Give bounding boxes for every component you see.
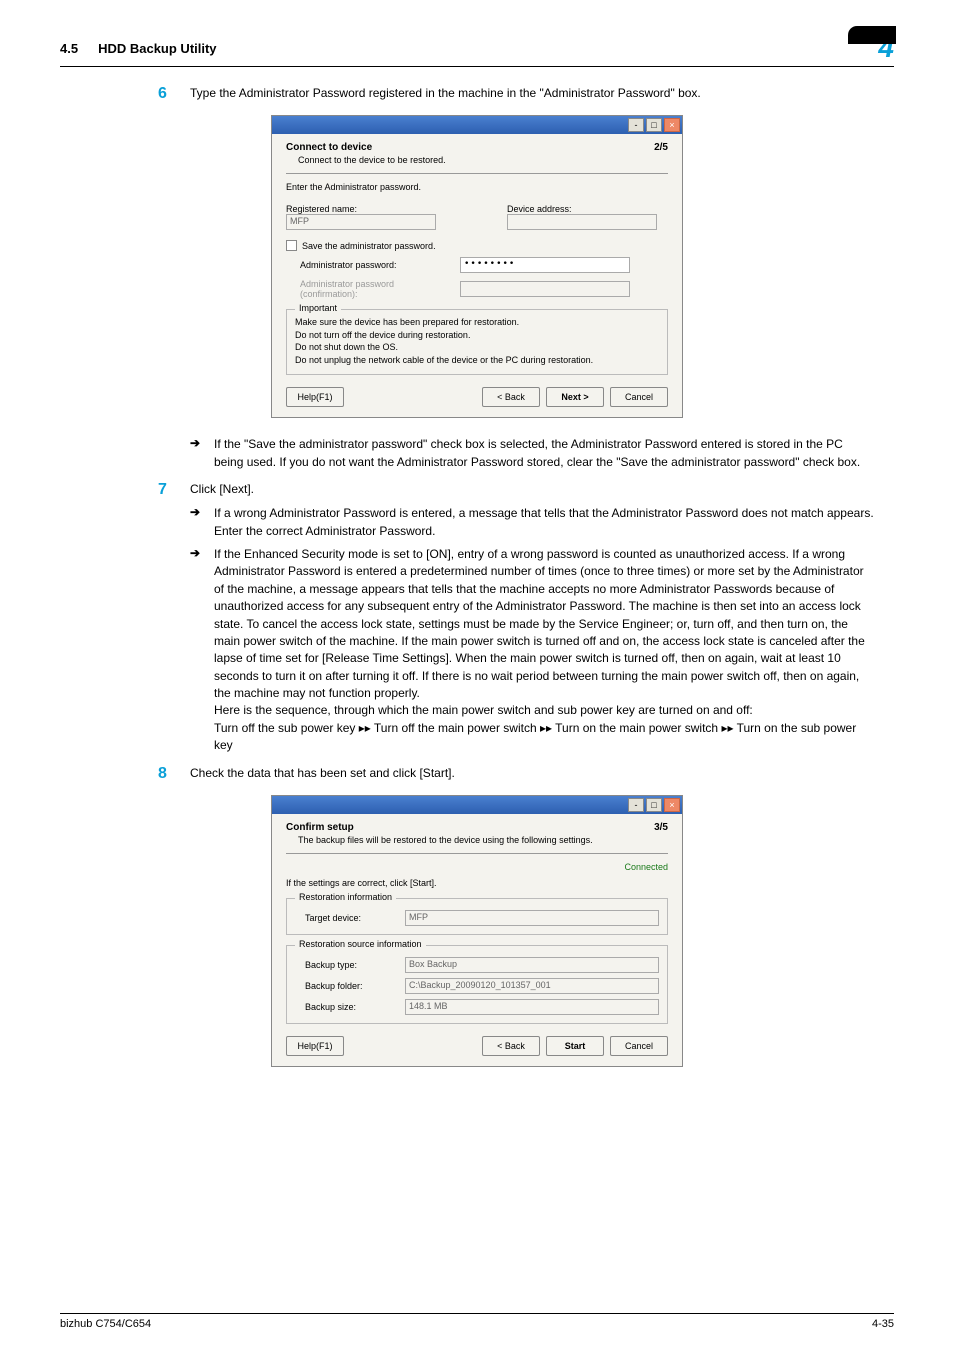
important-line-4: Do not unplug the network cable of the d… [295,354,659,367]
target-device-field: MFP [405,910,659,926]
confirm-setup-dialog: - □ × Confirm setup The backup files wil… [271,795,683,1067]
registered-name-label: Registered name: [286,204,447,214]
step-8-text: Check the data that has been set and cli… [190,765,884,783]
target-device-label: Target device: [305,913,395,923]
admin-password-label: Administrator password: [300,260,450,270]
important-line-1: Make sure the device has been prepared f… [295,316,659,329]
backup-size-label: Backup size: [305,1002,395,1012]
backup-folder-field: C:\Backup_20090120_101357_001 [405,978,659,994]
footer-product: bizhub C754/C654 [60,1318,151,1330]
back-button[interactable]: < Back [482,1036,540,1056]
connect-to-device-dialog: - □ × Connect to device Connect to the d… [271,115,683,418]
dialog-separator [286,853,668,854]
minimize-button[interactable]: - [628,798,644,812]
footer-rule [60,1313,894,1314]
back-button[interactable]: < Back [482,387,540,407]
step-7-bullet-2: If the Enhanced Security mode is set to … [214,546,874,755]
restoration-source-fieldset: Restoration source information Backup ty… [286,945,668,1024]
maximize-button[interactable]: □ [646,118,662,132]
section-title: HDD Backup Utility [98,41,216,56]
help-button[interactable]: Help(F1) [286,387,344,407]
start-button[interactable]: Start [546,1036,604,1056]
backup-size-field: 148.1 MB [405,999,659,1015]
step-6-number: 6 [158,85,172,103]
step-7-number: 7 [158,481,172,499]
arrow-icon: ➔ [190,546,204,755]
save-password-label: Save the administrator password. [302,241,436,251]
enter-password-label: Enter the Administrator password. [286,182,668,192]
important-fieldset: Important Make sure the device has been … [286,309,668,375]
backup-type-field: Box Backup [405,957,659,973]
restoration-info-fieldset: Restoration information Target device: M… [286,898,668,935]
dialog-subtitle: Connect to the device to be restored. [298,155,446,165]
step-7-text: Click [Next]. [190,481,884,499]
cancel-button[interactable]: Cancel [610,387,668,407]
backup-folder-label: Backup folder: [305,981,395,991]
header-rule [60,66,894,67]
dialog-step-indicator: 2/5 [654,142,668,153]
dialog-subtitle: The backup files will be restored to the… [298,835,593,845]
step-6-text: Type the Administrator Password register… [190,85,884,103]
restoration-info-legend: Restoration information [295,892,396,902]
step-6-note: If the "Save the administrator password"… [214,436,874,471]
registered-name-field: MFP [286,214,436,230]
dialog-separator [286,173,668,174]
maximize-button[interactable]: □ [646,798,662,812]
restoration-source-legend: Restoration source information [295,939,426,949]
backup-type-label: Backup type: [305,960,395,970]
dialog-titlebar: - □ × [272,116,682,134]
dialog-titlebar: - □ × [272,796,682,814]
connected-status: Connected [286,862,668,872]
step-8-number: 8 [158,765,172,783]
footer-page-number: 4-35 [872,1318,894,1330]
next-button[interactable]: Next > [546,387,604,407]
dialog-step-indicator: 3/5 [654,822,668,833]
arrow-icon: ➔ [190,436,204,471]
admin-password-input[interactable]: •••••••• [460,257,630,273]
help-button[interactable]: Help(F1) [286,1036,344,1056]
admin-password-confirm-label: Administrator password (confirmation): [300,279,450,299]
important-legend: Important [295,303,341,313]
minimize-button[interactable]: - [628,118,644,132]
step-7-bullet-1: If a wrong Administrator Password is ent… [214,505,874,540]
device-address-field [507,214,657,230]
dialog-title: Confirm setup [286,822,593,833]
device-address-label: Device address: [507,204,668,214]
important-line-2: Do not turn off the device during restor… [295,329,659,342]
section-number: 4.5 [60,41,78,56]
close-button[interactable]: × [664,118,680,132]
arrow-icon: ➔ [190,505,204,540]
admin-password-confirm-input [460,281,630,297]
instruction-label: If the settings are correct, click [Star… [286,878,668,888]
cancel-button[interactable]: Cancel [610,1036,668,1056]
dialog-title: Connect to device [286,142,446,153]
close-button[interactable]: × [664,798,680,812]
corner-accent [848,26,896,44]
important-line-3: Do not shut down the OS. [295,341,659,354]
save-password-checkbox[interactable] [286,240,297,251]
